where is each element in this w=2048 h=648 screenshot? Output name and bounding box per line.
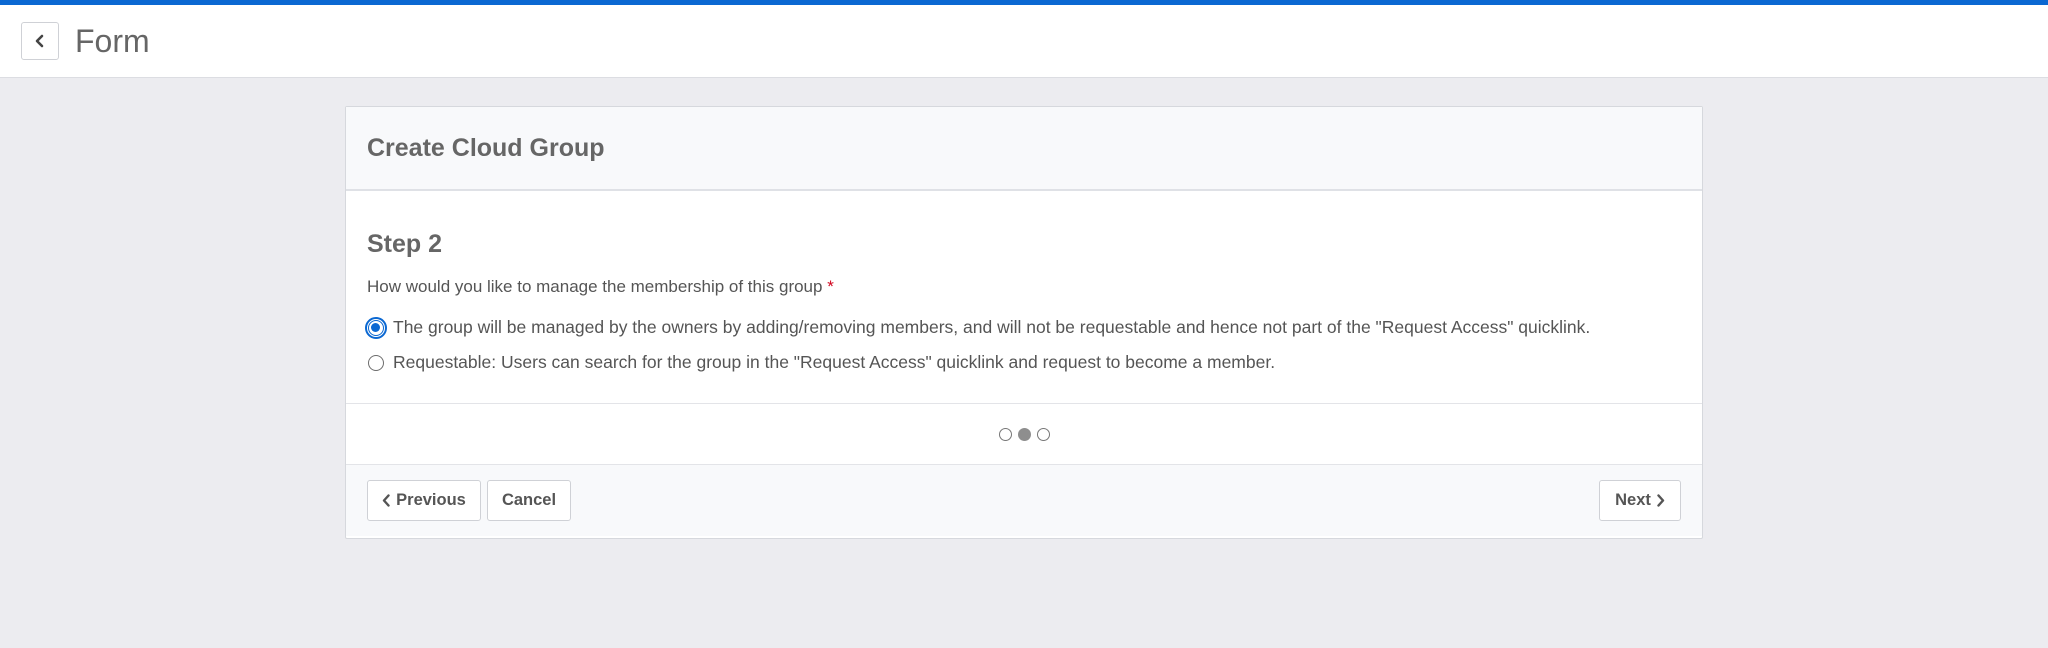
step-dot-2-active (1017, 427, 1031, 441)
card-body: Step 2 How would you like to manage the … (346, 191, 1702, 404)
question-text: How would you like to manage the members… (367, 277, 823, 296)
cancel-label: Cancel (501, 491, 557, 509)
chevron-right-icon (1657, 494, 1665, 507)
cancel-button[interactable]: Cancel (487, 480, 571, 521)
page-title: Form (75, 23, 150, 59)
back-button[interactable] (21, 22, 59, 60)
chevron-left-icon (35, 34, 44, 48)
previous-label: Previous (396, 491, 466, 509)
card-footer: Previous Cancel Next (346, 465, 1702, 536)
option-requestable[interactable]: Requestable: Users can search for the gr… (367, 351, 1681, 373)
card-header: Create Cloud Group (346, 107, 1702, 191)
required-marker: * (827, 277, 834, 296)
chevron-left-icon (382, 494, 390, 507)
next-button[interactable]: Next (1599, 480, 1681, 521)
next-label: Next (1615, 491, 1651, 509)
page-header: Form (0, 5, 2048, 78)
form-card: Create Cloud Group Step 2 How would you … (345, 106, 1703, 539)
step-title: Step 2 (367, 230, 443, 258)
radio-requestable[interactable] (368, 355, 384, 371)
step-dot-1 (998, 427, 1012, 441)
step-progress-indicator (346, 404, 1702, 465)
option-managed-by-owners[interactable]: The group will be managed by the owners … (365, 316, 1681, 339)
step-dot-3 (1036, 427, 1050, 441)
previous-button[interactable]: Previous (367, 480, 481, 521)
option-label: The group will be managed by the owners … (393, 317, 1591, 337)
membership-question: How would you like to manage the members… (367, 276, 1681, 298)
card-title: Create Cloud Group (367, 133, 605, 162)
option-label: Requestable: Users can search for the gr… (393, 352, 1276, 372)
radio-managed-by-owners[interactable] (365, 317, 387, 339)
